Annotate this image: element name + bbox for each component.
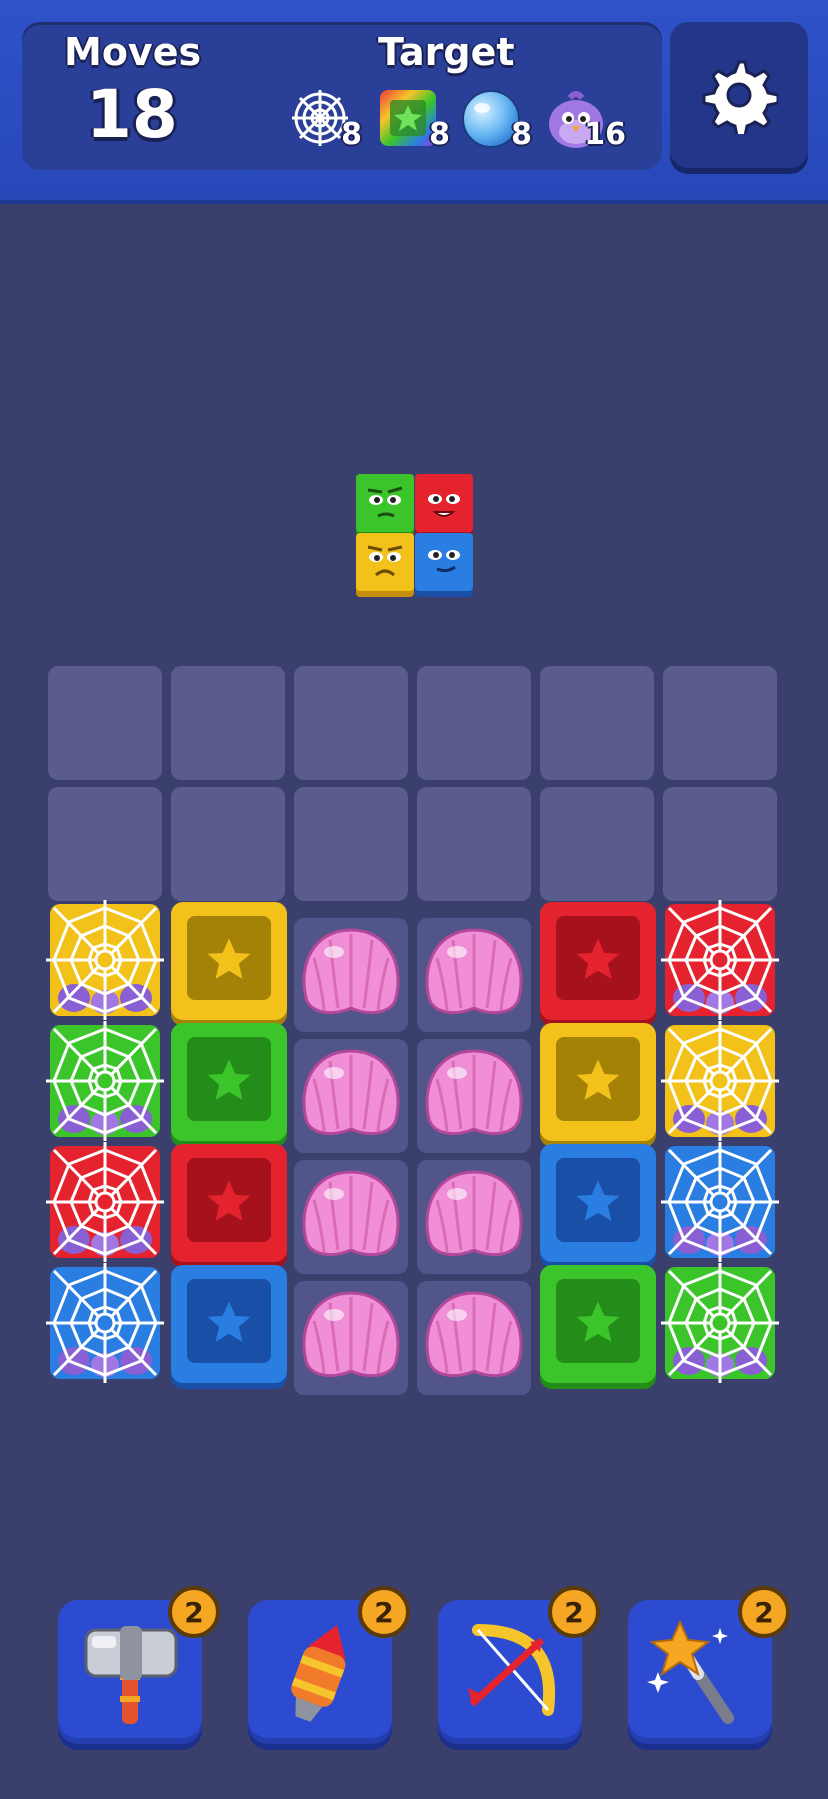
pink-shell-icon: [302, 928, 400, 1015]
star-icon: [573, 1177, 623, 1224]
hammer-count: 2: [184, 1595, 204, 1629]
target-web: 8: [290, 88, 362, 152]
webbed-block-green[interactable]: [46, 1019, 164, 1141]
magic-wand-count: 2: [754, 1595, 774, 1629]
shell-tile[interactable]: [294, 1160, 408, 1274]
settings-button[interactable]: [670, 22, 808, 168]
shell-tile[interactable]: [417, 1160, 531, 1274]
target-web-count: 8: [341, 117, 362, 152]
pink-shell-icon: [302, 1049, 400, 1136]
empty-board-cell[interactable]: [663, 787, 777, 901]
pink-shell-icon: [425, 1170, 523, 1257]
target-bird-count: 16: [584, 117, 626, 152]
empty-board-cell[interactable]: [171, 787, 285, 901]
pink-shell-icon: [302, 1170, 400, 1257]
webbed-block-blue[interactable]: [46, 1261, 164, 1383]
spider-web-icon: [661, 1021, 779, 1141]
piece-block-green: [356, 474, 414, 532]
target-rainbow-count: 8: [429, 117, 450, 152]
target-purple-bird: 16: [544, 88, 626, 152]
bow-count: 2: [564, 1595, 584, 1629]
pink-shell-icon: [425, 1049, 523, 1136]
next-piece[interactable]: [356, 474, 474, 602]
spider-web-icon: [46, 1263, 164, 1383]
face-worried-icon: [367, 486, 403, 518]
powerup-magic-wand-button[interactable]: 2: [628, 1586, 790, 1744]
face-sad-icon: [367, 545, 403, 577]
webbed-block-red[interactable]: [661, 898, 779, 1020]
star-block-red[interactable]: [540, 902, 656, 1020]
moves-label: Moves: [64, 30, 202, 74]
star-block-blue[interactable]: [171, 1265, 287, 1383]
powerup-bow-button[interactable]: 2: [438, 1586, 600, 1744]
webbed-block-red[interactable]: [46, 1140, 164, 1262]
spider-web-icon: [661, 1142, 779, 1262]
target-rainbow-block: 8: [378, 88, 450, 152]
target-label: Target: [378, 30, 515, 74]
star-block-green[interactable]: [540, 1265, 656, 1383]
spider-web-icon: [46, 1021, 164, 1141]
empty-board-cell[interactable]: [48, 666, 162, 780]
star-block-yellow[interactable]: [540, 1023, 656, 1141]
empty-board-cell[interactable]: [540, 666, 654, 780]
empty-board-cell[interactable]: [171, 666, 285, 780]
shell-tile[interactable]: [294, 1039, 408, 1153]
star-icon: [204, 1298, 254, 1345]
shell-tile[interactable]: [417, 1039, 531, 1153]
star-block-red[interactable]: [171, 1144, 287, 1262]
powerup-hammer-button[interactable]: 2: [58, 1586, 220, 1744]
webbed-block-green[interactable]: [661, 1261, 779, 1383]
empty-board-cell[interactable]: [417, 787, 531, 901]
piece-block-red: [415, 474, 473, 532]
spider-web-icon: [661, 1263, 779, 1383]
target-bubble-count: 8: [511, 117, 532, 152]
pink-shell-icon: [302, 1291, 400, 1378]
powerup-rocket-button[interactable]: 2: [248, 1586, 410, 1744]
star-icon: [573, 935, 623, 982]
webbed-block-yellow[interactable]: [661, 1019, 779, 1141]
spider-web-icon: [46, 1142, 164, 1262]
magic-wand-count-badge: 2: [738, 1586, 790, 1638]
empty-board-cell[interactable]: [417, 666, 531, 780]
webbed-block-yellow[interactable]: [46, 898, 164, 1020]
face-smirk-icon: [428, 550, 460, 573]
star-icon: [204, 935, 254, 982]
spider-web-icon: [46, 900, 164, 1020]
hammer-count-badge: 2: [168, 1586, 220, 1638]
star-block-blue[interactable]: [540, 1144, 656, 1262]
face-happy-icon: [428, 494, 460, 517]
shell-tile[interactable]: [294, 1281, 408, 1395]
rocket-count: 2: [374, 1595, 394, 1629]
moves-counter: 18: [86, 76, 178, 153]
star-icon: [573, 1056, 623, 1103]
star-block-green[interactable]: [171, 1023, 287, 1141]
star-icon: [573, 1298, 623, 1345]
piece-block-yellow: [356, 533, 414, 591]
spider-web-icon: [661, 900, 779, 1020]
empty-board-cell[interactable]: [48, 787, 162, 901]
shell-tile[interactable]: [417, 918, 531, 1032]
star-icon: [204, 1056, 254, 1103]
pink-shell-icon: [425, 1291, 523, 1378]
target-bubble: 8: [460, 88, 532, 152]
star-block-yellow[interactable]: [171, 902, 287, 1020]
gear-icon: [702, 60, 778, 134]
piece-block-blue: [415, 533, 473, 591]
shell-tile[interactable]: [417, 1281, 531, 1395]
star-icon: [204, 1177, 254, 1224]
bow-count-badge: 2: [548, 1586, 600, 1638]
empty-board-cell[interactable]: [540, 787, 654, 901]
shell-tile[interactable]: [294, 918, 408, 1032]
empty-board-cell[interactable]: [663, 666, 777, 780]
pink-shell-icon: [425, 928, 523, 1015]
webbed-block-blue[interactable]: [661, 1140, 779, 1262]
rocket-count-badge: 2: [358, 1586, 410, 1638]
empty-board-cell[interactable]: [294, 666, 408, 780]
empty-board-cell[interactable]: [294, 787, 408, 901]
